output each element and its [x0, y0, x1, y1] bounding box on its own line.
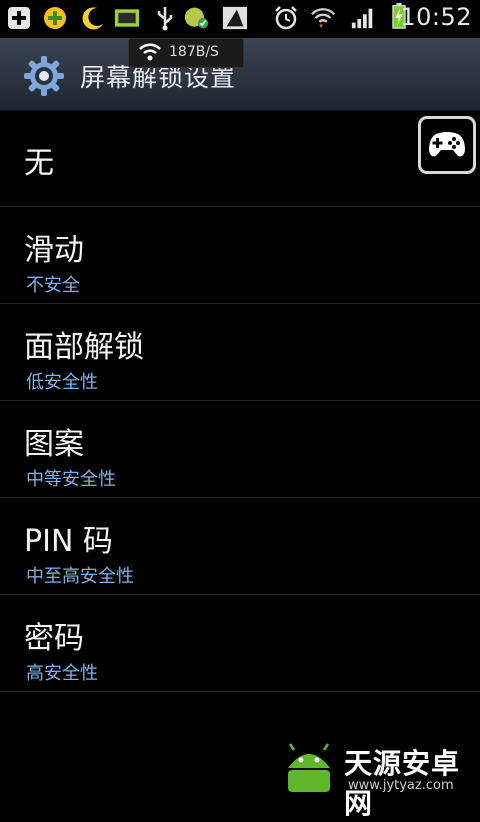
sim-icon [114, 9, 140, 27]
status-bar: 10:52 [0, 0, 480, 38]
signal-icon [351, 8, 373, 29]
option-swipe[interactable]: 滑动 不安全 [0, 207, 480, 304]
option-label: 无 [24, 146, 54, 181]
option-password[interactable]: 密码 高安全性 [0, 595, 480, 692]
option-label: PIN 码 [24, 524, 113, 559]
moon-icon [82, 7, 103, 30]
sail-app-icon [222, 6, 248, 30]
option-label: 滑动 [24, 233, 84, 268]
option-security-level: 不安全 [26, 275, 80, 296]
android-logo-icon [288, 743, 330, 792]
option-security-level: 中至高安全性 [26, 566, 134, 587]
net-speed-text: 187B/S [169, 44, 219, 60]
wifi-icon [310, 8, 336, 29]
option-pin[interactable]: PIN 码 中至高安全性 [0, 498, 480, 595]
alarm-icon [275, 6, 297, 30]
option-label: 密码 [24, 621, 84, 656]
game-overlay-button[interactable] [418, 116, 476, 174]
lock-option-list: 无 滑动 不安全 面部解锁 低安全性 图案 中等安全性 PIN 码 中至高安全性… [0, 110, 480, 692]
watermark: 天源安卓网 www.jytyaz.com [274, 740, 480, 820]
net-speed-badge: 187B/S [128, 38, 244, 68]
option-label: 面部解锁 [24, 330, 144, 365]
option-security-level: 低安全性 [26, 372, 98, 393]
option-security-level: 中等安全性 [26, 469, 116, 490]
coin-app-icon [44, 7, 66, 29]
option-none[interactable]: 无 [0, 110, 480, 207]
gear-icon [24, 56, 64, 96]
option-label: 图案 [24, 427, 84, 462]
option-pattern[interactable]: 图案 中等安全性 [0, 401, 480, 498]
gamepad-icon [429, 132, 465, 157]
app-check-icon [184, 7, 209, 29]
usb-icon [157, 7, 173, 31]
wifi-icon [139, 43, 161, 61]
watermark-url: www.jytyaz.com [348, 778, 454, 793]
status-time: 10:52 [400, 3, 472, 31]
plus-icon [8, 7, 30, 29]
option-security-level: 高安全性 [26, 663, 98, 684]
option-face-unlock[interactable]: 面部解锁 低安全性 [0, 304, 480, 401]
